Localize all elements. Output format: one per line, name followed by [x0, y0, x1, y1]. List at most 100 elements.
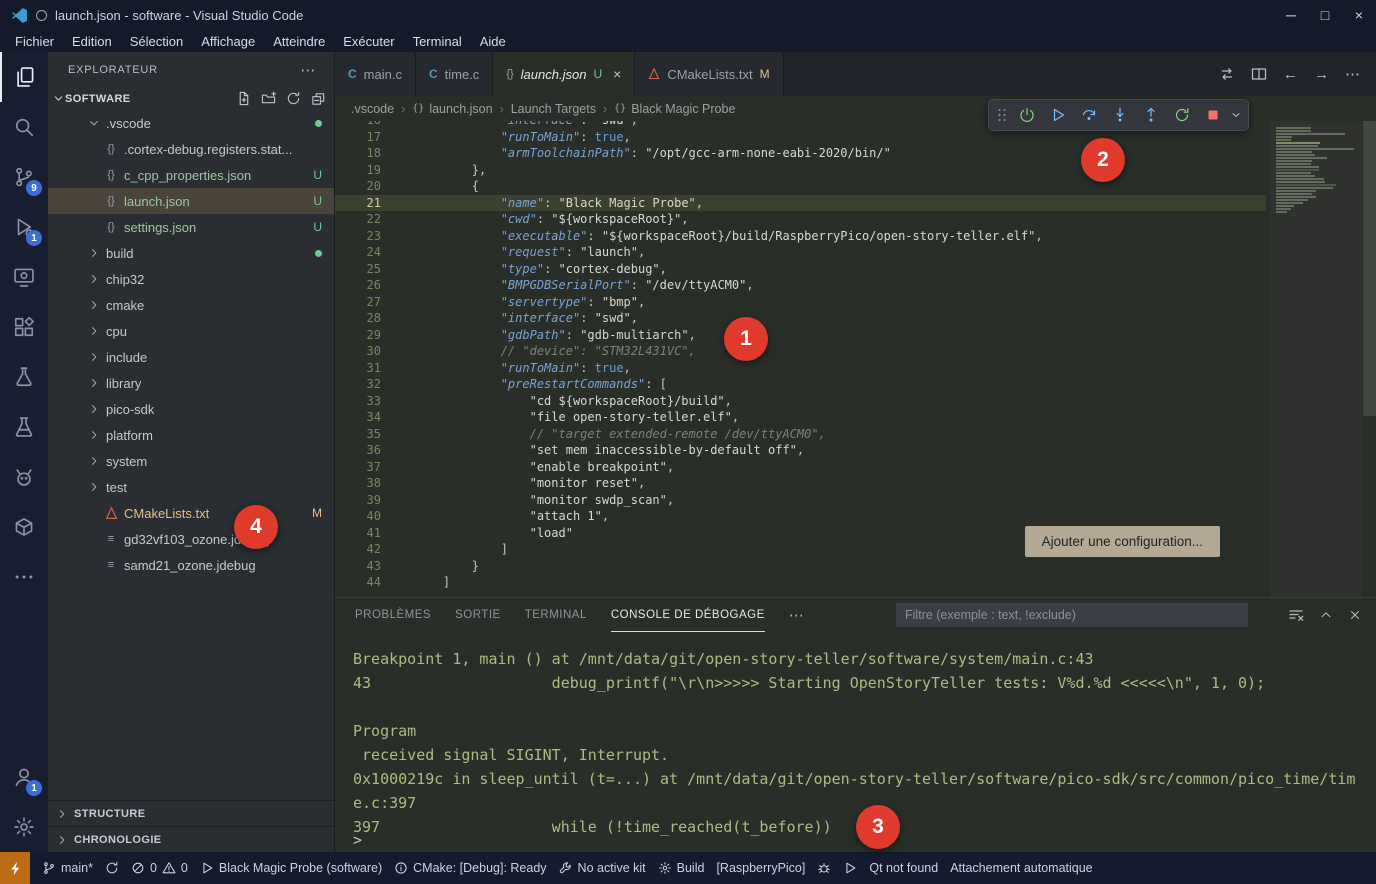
- status-variant[interactable]: [RaspberryPico]: [716, 861, 805, 875]
- breadcrumb-item[interactable]: {}Black Magic Probe: [614, 102, 735, 116]
- tree-item-pico-sdk[interactable]: pico-sdk: [48, 396, 334, 422]
- new-file-icon[interactable]: [236, 91, 251, 106]
- tree-item-samd21-ozone-jdebug[interactable]: ≡samd21_ozone.jdebug: [48, 552, 334, 578]
- line-number[interactable]: 19: [335, 162, 381, 179]
- line-number[interactable]: 38: [335, 475, 381, 492]
- more-actions-icon[interactable]: ⋯: [1345, 65, 1360, 83]
- console-filter-input[interactable]: [896, 603, 1248, 627]
- line-number[interactable]: 35: [335, 426, 381, 443]
- code-editor[interactable]: 16 "interface": "swd",17 "runToMain": tr…: [335, 121, 1376, 597]
- tab-cmakelists-txt[interactable]: CMakeLists.txtM: [635, 52, 783, 96]
- activity-extensions[interactable]: [0, 302, 48, 352]
- line-number[interactable]: 21: [335, 195, 381, 212]
- menu-sélection[interactable]: Sélection: [121, 32, 192, 51]
- section-structure[interactable]: STRUCTURE: [48, 800, 334, 826]
- minimap[interactable]: [1270, 121, 1362, 597]
- activity-search[interactable]: [0, 102, 48, 152]
- activity-more[interactable]: [0, 552, 48, 602]
- status-sync[interactable]: [105, 861, 119, 875]
- restart-button[interactable]: [1167, 102, 1196, 128]
- remote-indicator[interactable]: [0, 852, 30, 884]
- status-qt[interactable]: Qt not found: [869, 861, 938, 875]
- panel-tab-console-de-d-bogage[interactable]: CONSOLE DE DÉBOGAGE: [611, 598, 765, 632]
- line-number[interactable]: 25: [335, 261, 381, 278]
- line-number[interactable]: 20: [335, 178, 381, 195]
- maximize-button[interactable]: □: [1308, 0, 1342, 30]
- line-number[interactable]: 39: [335, 492, 381, 509]
- line-number[interactable]: 22: [335, 211, 381, 228]
- line-number[interactable]: 18: [335, 145, 381, 162]
- line-number[interactable]: 40: [335, 508, 381, 525]
- menu-exécuter[interactable]: Exécuter: [334, 32, 403, 51]
- activity-account[interactable]: 1: [0, 752, 48, 802]
- add-configuration-button[interactable]: Ajouter une configuration...: [1025, 526, 1220, 557]
- tree-item-system[interactable]: system: [48, 448, 334, 474]
- menu-aide[interactable]: Aide: [471, 32, 515, 51]
- breadcrumb-item[interactable]: {}launch.json: [412, 102, 492, 116]
- tab-time-c[interactable]: Ctime.c: [416, 52, 493, 96]
- new-folder-icon[interactable]: [261, 91, 276, 106]
- status-branch[interactable]: main*: [42, 861, 93, 875]
- line-number[interactable]: 36: [335, 442, 381, 459]
- line-number[interactable]: 26: [335, 277, 381, 294]
- menu-fichier[interactable]: Fichier: [6, 32, 63, 51]
- activity-jest[interactable]: [0, 452, 48, 502]
- back-icon[interactable]: ←: [1283, 66, 1298, 83]
- open-changes-icon[interactable]: [1219, 66, 1235, 82]
- line-number[interactable]: 29: [335, 327, 381, 344]
- breadcrumb-item[interactable]: Launch Targets: [511, 102, 596, 116]
- tab-close-icon[interactable]: ×: [613, 66, 621, 82]
- tree-item-cmake[interactable]: cmake: [48, 292, 334, 318]
- console-prompt[interactable]: >: [353, 831, 362, 849]
- panel-more-icon[interactable]: ⋯: [789, 606, 804, 624]
- tree-item-settings-json[interactable]: {}settings.jsonU: [48, 214, 334, 240]
- activity-source-control[interactable]: 9: [0, 152, 48, 202]
- activity-run-debug[interactable]: 1: [0, 202, 48, 252]
- line-number[interactable]: 31: [335, 360, 381, 377]
- clear-console-icon[interactable]: [1288, 607, 1304, 623]
- menu-atteindre[interactable]: Atteindre: [264, 32, 334, 51]
- line-number[interactable]: 17: [335, 129, 381, 146]
- refresh-icon[interactable]: [286, 91, 301, 106]
- line-number[interactable]: 23: [335, 228, 381, 245]
- tree-item-gd32vf103-ozone-jdebug[interactable]: ≡gd32vf103_ozone.jdebug: [48, 526, 334, 552]
- dropdown-button[interactable]: [1229, 102, 1243, 128]
- explorer-more-icon[interactable]: ⋯: [300, 61, 316, 79]
- step-into-button[interactable]: [1105, 102, 1134, 128]
- status-launch[interactable]: [843, 861, 857, 875]
- status-auto-attach[interactable]: Attachement automatique: [950, 861, 1092, 875]
- power-button[interactable]: [1012, 102, 1041, 128]
- step-out-button[interactable]: [1136, 102, 1165, 128]
- tree-item-c-cpp-properties-json[interactable]: {}c_cpp_properties.jsonU: [48, 162, 334, 188]
- tree-item-include[interactable]: include: [48, 344, 334, 370]
- activity-flask[interactable]: [0, 402, 48, 452]
- status-debug[interactable]: [817, 861, 831, 875]
- line-number[interactable]: 37: [335, 459, 381, 476]
- tree-item-build[interactable]: build: [48, 240, 334, 266]
- line-number[interactable]: 43: [335, 558, 381, 575]
- line-number[interactable]: 24: [335, 244, 381, 261]
- line-number[interactable]: 42: [335, 541, 381, 558]
- panel-tab-sortie[interactable]: SORTIE: [455, 598, 501, 632]
- tree-item--cortex-debug-registers-stat-[interactable]: {}.cortex-debug.registers.stat...: [48, 136, 334, 162]
- panel-tab-probl-mes[interactable]: PROBLÈMES: [355, 598, 431, 632]
- activity-remote-explorer[interactable]: [0, 252, 48, 302]
- line-number[interactable]: 32: [335, 376, 381, 393]
- tree-item-cpu[interactable]: cpu: [48, 318, 334, 344]
- tab-launch-json[interactable]: {}launch.jsonU×: [493, 52, 635, 96]
- line-number[interactable]: 30: [335, 343, 381, 360]
- tree-item--vscode[interactable]: .vscode: [48, 110, 334, 136]
- line-number[interactable]: 44: [335, 574, 381, 591]
- status-build[interactable]: Build: [658, 861, 705, 875]
- panel-tab-terminal[interactable]: TERMINAL: [525, 598, 587, 632]
- tree-item-chip32[interactable]: chip32: [48, 266, 334, 292]
- split-editor-icon[interactable]: [1251, 66, 1267, 82]
- activity-package[interactable]: [0, 502, 48, 552]
- scrollbar-thumb[interactable]: [1363, 121, 1376, 416]
- tree-item-launch-json[interactable]: {}launch.jsonU: [48, 188, 334, 214]
- status-debug-target[interactable]: Black Magic Probe (software): [200, 861, 382, 875]
- menu-affichage[interactable]: Affichage: [192, 32, 264, 51]
- line-number[interactable]: 27: [335, 294, 381, 311]
- tree-item-platform[interactable]: platform: [48, 422, 334, 448]
- collapse-all-icon[interactable]: [311, 91, 326, 106]
